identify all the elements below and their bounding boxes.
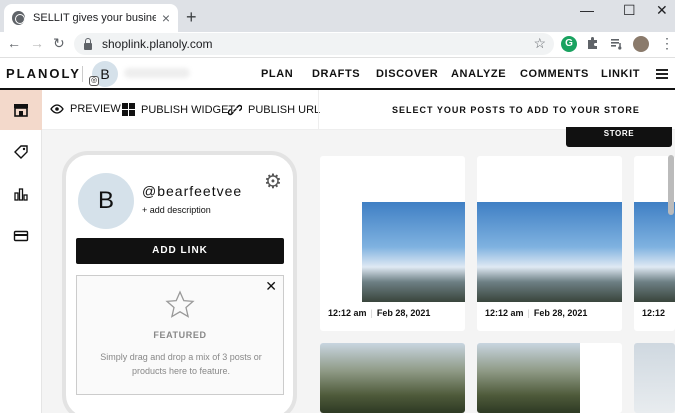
post-card[interactable]: 12:12 am | Feb 28, 2021 — [320, 156, 465, 331]
post-timestamp: 12:12 — [642, 308, 666, 318]
media-queue-icon[interactable] — [610, 36, 626, 52]
tab-close-icon[interactable]: × — [162, 10, 170, 26]
store-button[interactable]: STORE — [566, 127, 672, 147]
scrollbar-thumb[interactable] — [668, 155, 674, 215]
post-image-mountains — [362, 202, 465, 302]
preview-button[interactable]: PREVIEW — [50, 103, 121, 115]
post-image-mountains — [634, 202, 675, 302]
account-name-blurred — [124, 68, 190, 78]
post-timestamp: 12:12 am | Feb 28, 2021 — [485, 308, 588, 318]
browser-menu-icon[interactable]: ⋮ — [660, 35, 674, 52]
post-image-group — [477, 343, 580, 413]
nav-analyze[interactable]: ANALYZE — [451, 68, 506, 80]
add-description-link[interactable]: + add description — [142, 205, 211, 215]
post-card[interactable] — [320, 343, 465, 413]
nav-comments[interactable]: COMMENTS — [520, 68, 589, 80]
publish-url-button[interactable]: PUBLISH URL — [228, 103, 320, 117]
credit-card-icon — [13, 230, 29, 242]
widget-grid-icon — [122, 103, 135, 116]
phone-preview: B @bearfeetvee + add description ⚙ ADD L… — [62, 151, 297, 413]
post-card[interactable]: 12:12 am | Feb 28, 2021 — [477, 156, 622, 331]
url-text: shoplink.planoly.com — [102, 37, 213, 51]
browser-toolbar: ← → ↻ shoplink.planoly.com ☆ G ⋮ — [0, 32, 675, 58]
browser-tabstrip: SELLIT gives your business a sto × + — ☐… — [0, 0, 675, 32]
globe-icon — [12, 11, 26, 25]
featured-dropzone[interactable]: ✕ FEATURED Simply drag and drop a mix of… — [76, 275, 284, 395]
nav-plan[interactable]: PLAN — [261, 68, 293, 80]
puzzle-extensions-icon[interactable] — [586, 36, 602, 52]
post-card[interactable] — [634, 343, 675, 413]
reload-icon[interactable]: ↻ — [53, 35, 65, 52]
nav-discover[interactable]: DISCOVER — [376, 68, 438, 80]
lock-icon — [84, 37, 92, 50]
star-icon — [165, 290, 195, 318]
eye-icon — [50, 104, 64, 114]
post-card[interactable] — [477, 343, 622, 413]
post-image-mountains — [477, 202, 622, 302]
publish-url-label: PUBLISH URL — [248, 104, 321, 116]
tab-title: SELLIT gives your business a sto — [33, 12, 156, 24]
gear-icon[interactable]: ⚙ — [264, 169, 282, 194]
planoly-logo[interactable]: PLANOLY — [6, 66, 81, 81]
price-tag-icon — [14, 145, 28, 159]
storefront-icon — [14, 104, 28, 117]
maximize-button[interactable]: ☐ — [623, 2, 636, 19]
profile-handle: @bearfeetvee — [142, 183, 243, 199]
grammarly-extension-icon[interactable]: G — [561, 36, 577, 52]
forward-arrow-icon[interactable]: → — [30, 35, 44, 51]
close-window-button[interactable]: ✕ — [656, 2, 668, 19]
rail-store-item[interactable] — [0, 90, 42, 130]
publish-widget-label: PUBLISH WIDGET — [141, 103, 236, 116]
rail-analytics-item[interactable] — [0, 174, 42, 214]
post-image-snow — [634, 343, 675, 413]
app-header: PLANOLY B ◎ PLAN DRAFTS DISCOVER ANALYZE… — [0, 58, 675, 90]
minimize-button[interactable]: — — [580, 2, 594, 18]
header-divider — [82, 66, 83, 82]
rail-tag-item[interactable] — [0, 132, 42, 172]
browser-tab[interactable]: SELLIT gives your business a sto × — [4, 4, 178, 32]
post-timestamp: 12:12 am | Feb 28, 2021 — [328, 308, 431, 318]
add-link-button[interactable]: ADD LINK — [76, 238, 284, 264]
bookmark-star-icon[interactable]: ☆ — [533, 35, 546, 52]
publish-widget-button[interactable]: PUBLISH WIDGET — [122, 103, 235, 116]
nav-linkit[interactable]: LINKIT — [601, 68, 640, 80]
rail-payment-item[interactable] — [0, 216, 42, 256]
link-chain-icon — [228, 104, 242, 116]
featured-help-text: Simply drag and drop a mix of 3 posts or… — [100, 352, 262, 376]
select-posts-heading: SELECT YOUR POSTS TO ADD TO YOUR STORE — [392, 105, 640, 115]
featured-title: FEATURED — [153, 330, 207, 340]
bar-chart-icon — [14, 188, 28, 201]
sub-toolbar: PREVIEW PUBLISH WIDGET PUBLISH URL SELEC… — [42, 90, 675, 130]
toolbar-divider — [318, 90, 319, 130]
back-arrow-icon[interactable]: ← — [7, 35, 21, 51]
new-tab-button[interactable]: + — [186, 7, 197, 28]
profile-avatar: B — [78, 173, 134, 229]
post-image-group — [320, 343, 465, 413]
address-bar[interactable]: shoplink.planoly.com ☆ — [74, 33, 554, 55]
preview-label: PREVIEW — [70, 103, 121, 115]
nav-drafts[interactable]: DRAFTS — [312, 68, 360, 80]
hamburger-menu-icon[interactable] — [656, 69, 668, 79]
left-rail — [0, 90, 42, 413]
profile-avatar-icon[interactable] — [633, 36, 649, 52]
featured-close-icon[interactable]: ✕ — [265, 278, 277, 295]
instagram-icon: ◎ — [89, 76, 99, 86]
